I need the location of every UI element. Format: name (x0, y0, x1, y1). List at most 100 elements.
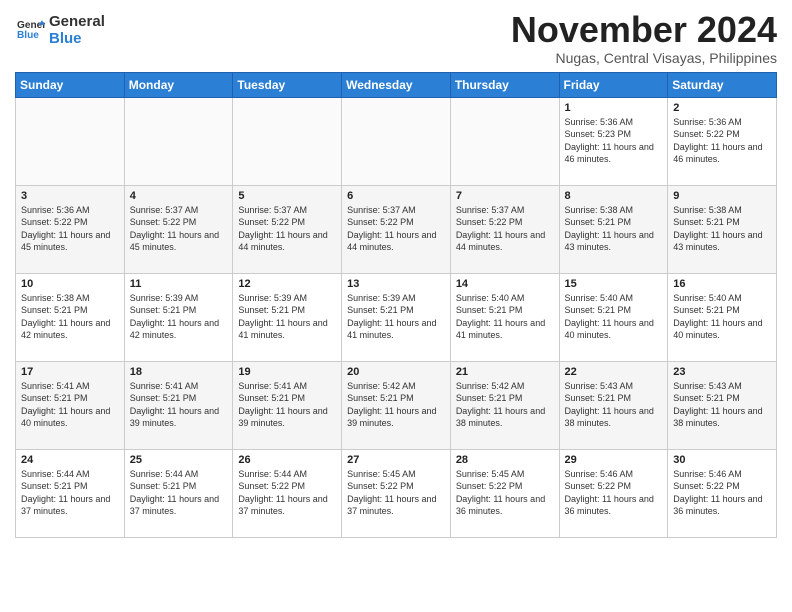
weekday-header-thursday: Thursday (450, 72, 559, 97)
day-number: 10 (21, 278, 119, 290)
day-info: Sunrise: 5:43 AM Sunset: 5:21 PM Dayligh… (673, 380, 771, 430)
calendar-cell: 18Sunrise: 5:41 AM Sunset: 5:21 PM Dayli… (124, 361, 233, 449)
weekday-header-friday: Friday (559, 72, 668, 97)
day-number: 29 (565, 454, 663, 466)
day-number: 4 (130, 190, 228, 202)
day-number: 8 (565, 190, 663, 202)
day-number: 5 (238, 190, 336, 202)
day-number: 23 (673, 366, 771, 378)
day-info: Sunrise: 5:38 AM Sunset: 5:21 PM Dayligh… (673, 204, 771, 254)
day-number: 17 (21, 366, 119, 378)
calendar-cell (124, 97, 233, 185)
calendar-cell: 3 Sunrise: 5:36 AM Sunset: 5:22 PM Daylig… (16, 185, 125, 273)
calendar-cell: 4 Sunrise: 5:37 AM Sunset: 5:22 PM Daylig… (124, 185, 233, 273)
week-row-2: 3 Sunrise: 5:36 AM Sunset: 5:22 PM Daylig… (16, 185, 777, 273)
calendar-cell: 10 Sunrise: 5:38 AM Sunset: 5:21 PM Dayli… (16, 273, 125, 361)
calendar-cell: 19Sunrise: 5:41 AM Sunset: 5:21 PM Dayli… (233, 361, 342, 449)
calendar-cell (342, 97, 451, 185)
day-number: 20 (347, 366, 445, 378)
day-info: Sunrise: 5:36 AM Sunset: 5:23 PM Dayligh… (565, 116, 663, 166)
weekday-header-monday: Monday (124, 72, 233, 97)
weekday-header-saturday: Saturday (668, 72, 777, 97)
calendar-cell: 22 Sunrise: 5:43 AM Sunset: 5:21 PM Dayli… (559, 361, 668, 449)
calendar-cell: 29 Sunrise: 5:46 AM Sunset: 5:22 PM Dayli… (559, 449, 668, 537)
day-info: Sunrise: 5:42 AM Sunset: 5:21 PM Dayligh… (347, 380, 445, 430)
day-info: Sunrise: 5:37 AM Sunset: 5:22 PM Dayligh… (456, 204, 554, 254)
calendar-cell: 12 Sunrise: 5:39 AM Sunset: 5:21 PM Dayli… (233, 273, 342, 361)
day-info: Sunrise: 5:44 AM Sunset: 5:21 PM Dayligh… (21, 468, 119, 518)
day-number: 15 (565, 278, 663, 290)
calendar-cell: 2Sunrise: 5:36 AM Sunset: 5:22 PM Daylig… (668, 97, 777, 185)
week-row-3: 10 Sunrise: 5:38 AM Sunset: 5:21 PM Dayli… (16, 273, 777, 361)
day-info: Sunrise: 5:43 AM Sunset: 5:21 PM Dayligh… (565, 380, 663, 430)
day-number: 26 (238, 454, 336, 466)
day-info: Sunrise: 5:46 AM Sunset: 5:22 PM Dayligh… (565, 468, 663, 518)
day-number: 3 (21, 190, 119, 202)
weekday-header-wednesday: Wednesday (342, 72, 451, 97)
week-row-4: 17 Sunrise: 5:41 AM Sunset: 5:21 PM Dayli… (16, 361, 777, 449)
location-subtitle: Nugas, Central Visayas, Philippines (511, 50, 777, 66)
month-title: November 2024 (511, 10, 777, 50)
calendar-cell (233, 97, 342, 185)
day-number: 27 (347, 454, 445, 466)
day-info: Sunrise: 5:37 AM Sunset: 5:22 PM Dayligh… (238, 204, 336, 254)
day-info: Sunrise: 5:39 AM Sunset: 5:21 PM Dayligh… (238, 292, 336, 342)
day-info: Sunrise: 5:40 AM Sunset: 5:21 PM Dayligh… (565, 292, 663, 342)
calendar-cell: 30Sunrise: 5:46 AM Sunset: 5:22 PM Dayli… (668, 449, 777, 537)
day-number: 22 (565, 366, 663, 378)
week-row-5: 24 Sunrise: 5:44 AM Sunset: 5:21 PM Dayli… (16, 449, 777, 537)
day-number: 14 (456, 278, 554, 290)
day-info: Sunrise: 5:41 AM Sunset: 5:21 PM Dayligh… (130, 380, 228, 430)
day-number: 13 (347, 278, 445, 290)
calendar-cell: 8 Sunrise: 5:38 AM Sunset: 5:21 PM Daylig… (559, 185, 668, 273)
day-info: Sunrise: 5:38 AM Sunset: 5:21 PM Dayligh… (21, 292, 119, 342)
calendar-cell: 27 Sunrise: 5:45 AM Sunset: 5:22 PM Dayli… (342, 449, 451, 537)
day-info: Sunrise: 5:42 AM Sunset: 5:21 PM Dayligh… (456, 380, 554, 430)
day-info: Sunrise: 5:37 AM Sunset: 5:22 PM Dayligh… (130, 204, 228, 254)
calendar-cell: 25 Sunrise: 5:44 AM Sunset: 5:21 PM Dayli… (124, 449, 233, 537)
day-number: 9 (673, 190, 771, 202)
day-number: 11 (130, 278, 228, 290)
logo-icon: General Blue (17, 17, 45, 39)
day-info: Sunrise: 5:40 AM Sunset: 5:21 PM Dayligh… (456, 292, 554, 342)
day-number: 12 (238, 278, 336, 290)
calendar-cell: 17 Sunrise: 5:41 AM Sunset: 5:21 PM Dayli… (16, 361, 125, 449)
day-number: 7 (456, 190, 554, 202)
day-info: Sunrise: 5:44 AM Sunset: 5:22 PM Dayligh… (238, 468, 336, 518)
day-info: Sunrise: 5:41 AM Sunset: 5:21 PM Dayligh… (21, 380, 119, 430)
day-info: Sunrise: 5:39 AM Sunset: 5:21 PM Dayligh… (347, 292, 445, 342)
calendar-cell: 26 Sunrise: 5:44 AM Sunset: 5:22 PM Dayli… (233, 449, 342, 537)
calendar-cell: 5 Sunrise: 5:37 AM Sunset: 5:22 PM Daylig… (233, 185, 342, 273)
day-info: Sunrise: 5:40 AM Sunset: 5:21 PM Dayligh… (673, 292, 771, 342)
day-number: 28 (456, 454, 554, 466)
weekday-header-sunday: Sunday (16, 72, 125, 97)
calendar-cell: 11Sunrise: 5:39 AM Sunset: 5:21 PM Dayli… (124, 273, 233, 361)
weekday-header-tuesday: Tuesday (233, 72, 342, 97)
calendar-cell: 7 Sunrise: 5:37 AM Sunset: 5:22 PM Daylig… (450, 185, 559, 273)
calendar-cell: 13 Sunrise: 5:39 AM Sunset: 5:21 PM Dayli… (342, 273, 451, 361)
day-number: 2 (673, 102, 771, 114)
day-number: 24 (21, 454, 119, 466)
calendar-cell (16, 97, 125, 185)
day-info: Sunrise: 5:38 AM Sunset: 5:21 PM Dayligh… (565, 204, 663, 254)
logo: General Blue General Blue (15, 14, 105, 47)
day-info: Sunrise: 5:44 AM Sunset: 5:21 PM Dayligh… (130, 468, 228, 518)
day-number: 25 (130, 454, 228, 466)
day-info: Sunrise: 5:46 AM Sunset: 5:22 PM Dayligh… (673, 468, 771, 518)
calendar-cell: 24 Sunrise: 5:44 AM Sunset: 5:21 PM Dayli… (16, 449, 125, 537)
title-area: November 2024 Nugas, Central Visayas, Ph… (511, 10, 777, 66)
day-number: 1 (565, 102, 663, 114)
day-info: Sunrise: 5:45 AM Sunset: 5:22 PM Dayligh… (347, 468, 445, 518)
day-info: Sunrise: 5:37 AM Sunset: 5:22 PM Dayligh… (347, 204, 445, 254)
day-info: Sunrise: 5:36 AM Sunset: 5:22 PM Dayligh… (21, 204, 119, 254)
svg-text:Blue: Blue (17, 30, 39, 39)
weekday-header-row: SundayMondayTuesdayWednesdayThursdayFrid… (16, 72, 777, 97)
calendar-cell: 1 Sunrise: 5:36 AM Sunset: 5:23 PM Daylig… (559, 97, 668, 185)
calendar-cell: 14 Sunrise: 5:40 AM Sunset: 5:21 PM Dayli… (450, 273, 559, 361)
day-number: 16 (673, 278, 771, 290)
calendar-table: SundayMondayTuesdayWednesdayThursdayFrid… (15, 72, 777, 538)
calendar-cell: 28Sunrise: 5:45 AM Sunset: 5:22 PM Dayli… (450, 449, 559, 537)
calendar-cell: 16 Sunrise: 5:40 AM Sunset: 5:21 PM Dayli… (668, 273, 777, 361)
calendar-cell: 6Sunrise: 5:37 AM Sunset: 5:22 PM Daylig… (342, 185, 451, 273)
calendar-cell: 20 Sunrise: 5:42 AM Sunset: 5:21 PM Dayli… (342, 361, 451, 449)
